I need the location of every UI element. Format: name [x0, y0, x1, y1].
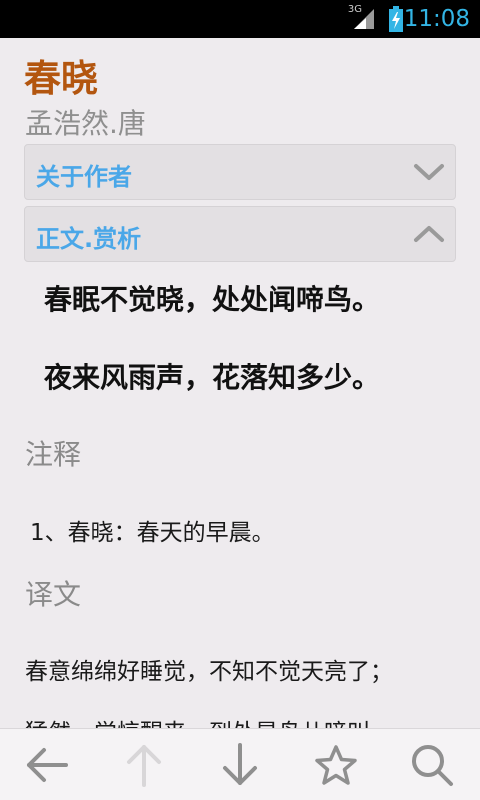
down-arrow-icon	[223, 743, 257, 785]
bottom-action-bar	[0, 728, 480, 800]
up-arrow-icon	[127, 745, 161, 787]
poem-content[interactable]: 春晓 孟浩然.唐 关于作者 正文.赏析 春眠不觉晓，处处闻啼鸟。 夜来风雨声，花…	[0, 38, 480, 728]
search-icon	[412, 745, 453, 786]
chevron-down-icon	[414, 164, 444, 180]
poem-title: 春晓	[24, 57, 98, 100]
notes-heading: 注释	[25, 438, 82, 471]
status-bar: 3G 11:08	[0, 0, 480, 38]
star-icon	[315, 745, 357, 785]
back-arrow-icon	[27, 748, 68, 782]
back-button[interactable]	[23, 743, 71, 787]
next-button[interactable]	[216, 743, 264, 787]
favorite-button[interactable]	[312, 743, 360, 787]
text-analysis-label: 正文.赏析	[36, 225, 142, 253]
poem-line: 夜来风雨声，花落知多少。	[44, 361, 381, 394]
poem-author: 孟浩然.唐	[25, 107, 146, 140]
battery-charging-icon	[389, 6, 403, 32]
search-button[interactable]	[408, 743, 456, 787]
chevron-up-icon	[414, 226, 444, 242]
poem-line: 春眠不觉晓，处处闻啼鸟。	[44, 283, 381, 316]
translation-heading: 译文	[25, 578, 82, 611]
note-item: 1、春晓：春天的早晨。	[30, 520, 275, 546]
translation-line: 猛然一觉惊醒来，到处是鸟儿啼叫	[25, 713, 370, 728]
text-analysis-panel[interactable]: 正文.赏析	[24, 206, 456, 262]
previous-button[interactable]	[120, 743, 168, 787]
clock: 11:08	[403, 6, 470, 32]
signal-icon	[354, 9, 374, 29]
about-author-panel[interactable]: 关于作者	[24, 144, 456, 200]
translation-line: 春意绵绵好睡觉，不知不觉天亮了；	[25, 659, 393, 685]
about-author-label: 关于作者	[36, 163, 132, 191]
